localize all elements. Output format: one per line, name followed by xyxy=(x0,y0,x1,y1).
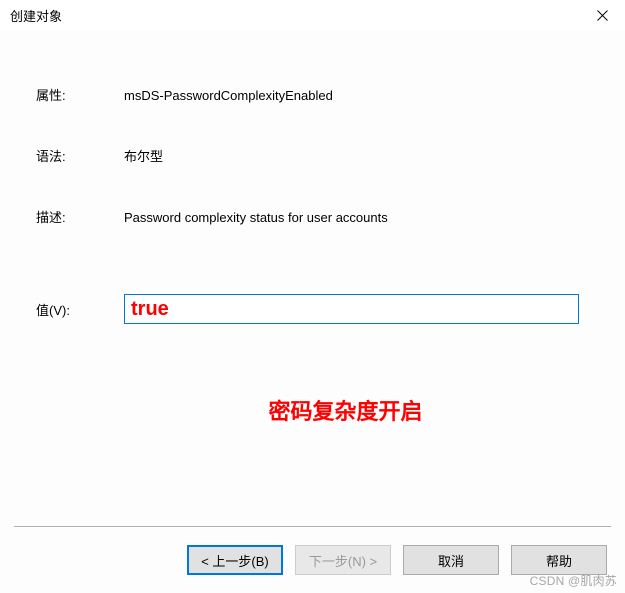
close-icon xyxy=(597,10,608,21)
attribute-label: 属性: xyxy=(36,85,124,104)
attribute-row: 属性: msDS-PasswordComplexityEnabled xyxy=(36,85,595,104)
description-value: Password complexity status for user acco… xyxy=(124,210,595,225)
cancel-button[interactable]: 取消 xyxy=(403,545,499,575)
titlebar: 创建对象 xyxy=(0,0,625,30)
syntax-value: 布尔型 xyxy=(124,146,595,165)
value-label: 值(V): xyxy=(36,300,124,319)
syntax-row: 语法: 布尔型 xyxy=(36,146,595,165)
syntax-label: 语法: xyxy=(36,146,124,165)
description-label: 描述: xyxy=(36,207,124,226)
value-input[interactable] xyxy=(124,294,579,324)
close-button[interactable] xyxy=(579,0,625,30)
help-button[interactable]: 帮助 xyxy=(511,545,607,575)
back-button[interactable]: < 上一步(B) xyxy=(187,545,283,575)
next-button: 下一步(N) > xyxy=(295,545,391,575)
button-row: < 上一步(B) 下一步(N) > 取消 帮助 xyxy=(187,545,607,575)
dialog-content: 属性: msDS-PasswordComplexityEnabled 语法: 布… xyxy=(0,30,625,426)
annotation-text: 密码复杂度开启 xyxy=(96,394,595,426)
value-row: 值(V): xyxy=(36,294,595,324)
window-title: 创建对象 xyxy=(10,6,62,25)
attribute-value: msDS-PasswordComplexityEnabled xyxy=(124,88,595,103)
separator xyxy=(14,526,611,527)
description-row: 描述: Password complexity status for user … xyxy=(36,207,595,226)
